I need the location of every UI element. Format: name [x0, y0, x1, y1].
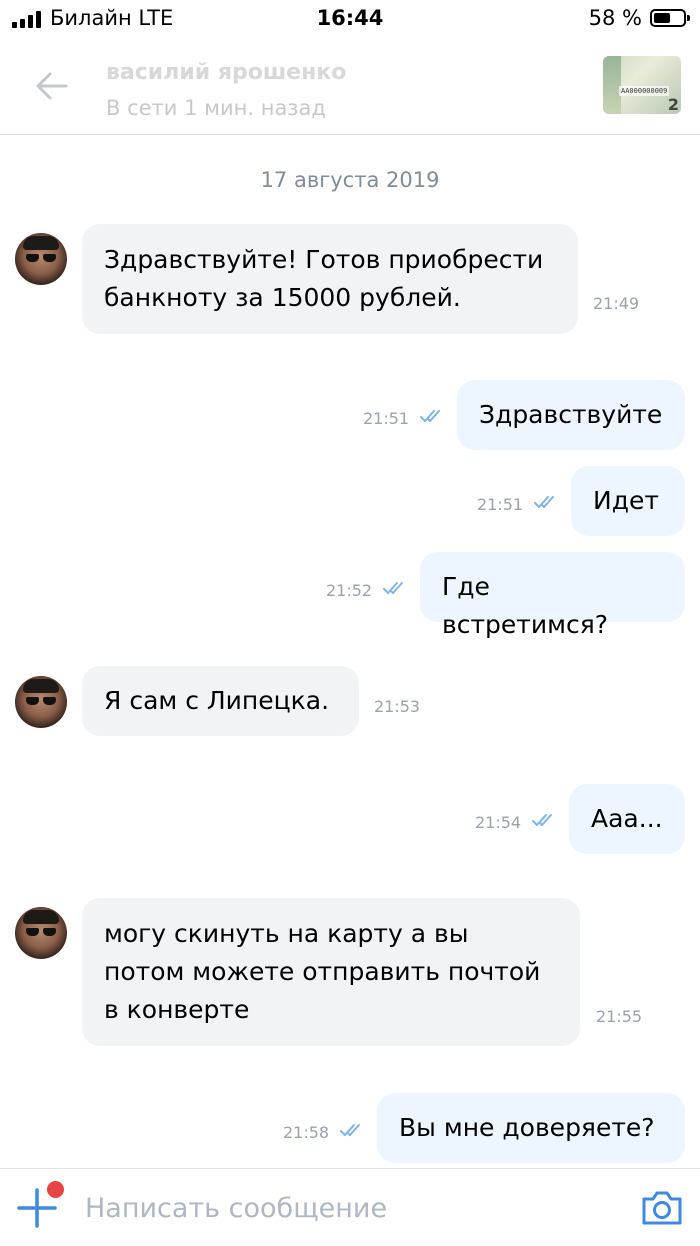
date-separator: 17 августа 2019 — [260, 168, 440, 192]
message-bubble-incoming[interactable]: Я сам с Липецка. — [82, 666, 359, 736]
read-checkmarks-icon — [383, 582, 403, 594]
read-checkmarks-icon — [420, 410, 440, 422]
message-text: Здравствуйте! Готов приобрести банкноту … — [104, 245, 544, 312]
message-time: 21:52 — [326, 581, 373, 600]
status-bar: Билайн LTE 16:44 58 % — [0, 0, 700, 40]
message-time: 21:51 — [477, 495, 524, 514]
message-text: Я сам с Липецка. — [104, 686, 330, 715]
message-text: Идет — [593, 486, 659, 515]
contact-avatar[interactable] — [15, 676, 67, 728]
read-checkmarks-icon — [340, 1124, 360, 1136]
battery-percent: 58 % — [588, 6, 642, 30]
back-button[interactable] — [28, 62, 76, 110]
message-bubble-incoming[interactable]: Здравствуйте! Готов приобрести банкноту … — [82, 224, 578, 334]
notification-dot — [47, 1181, 64, 1198]
message-bubble-outgoing[interactable]: Где встретимся? — [420, 552, 685, 639]
read-checkmarks-icon — [532, 814, 552, 826]
message-bubble-incoming[interactable]: могу скинуть на карту а вы потом можете … — [82, 898, 580, 1046]
message-bubble-outgoing[interactable]: Вы мне доверяете? — [377, 1093, 685, 1163]
message-time: 21:58 — [283, 1123, 330, 1142]
message-text: могу скинуть на карту а вы потом можете … — [104, 919, 541, 1024]
contact-avatar[interactable] — [15, 907, 67, 959]
message-text: Ааа... — [591, 804, 663, 833]
camera-button[interactable] — [640, 1187, 684, 1227]
read-checkmarks-icon — [534, 496, 554, 508]
message-text: Здравствуйте — [479, 400, 663, 429]
message-time: 21:49 — [593, 294, 640, 313]
contact-name[interactable]: василий ярошенко — [106, 60, 346, 85]
message-bubble-outgoing[interactable]: Ааа... — [569, 784, 685, 854]
contact-avatar[interactable] — [15, 233, 67, 285]
message-text: Где встретимся? — [442, 572, 609, 639]
battery-icon — [650, 9, 690, 27]
message-text: Вы мне доверяете? — [399, 1113, 655, 1142]
message-time: 21:55 — [596, 1007, 643, 1026]
contact-online-status: В сети 1 мин. назад — [106, 96, 326, 120]
banknote-serial: АА000000009 — [619, 86, 670, 96]
message-time: 21:53 — [374, 697, 421, 716]
camera-icon — [642, 1191, 682, 1225]
banknote-digit: 2 — [667, 95, 679, 114]
chat-header: василий ярошенко В сети 1 мин. назад АА0… — [0, 40, 700, 135]
message-bubble-outgoing[interactable]: Здравствуйте — [457, 380, 685, 450]
arrow-left-icon — [36, 72, 68, 100]
message-bubble-outgoing[interactable]: Идет — [571, 466, 685, 536]
message-composer — [0, 1168, 700, 1246]
message-time: 21:54 — [475, 813, 522, 832]
message-input[interactable] — [85, 1191, 605, 1225]
attachment-thumbnail[interactable]: АА000000009 2 — [603, 56, 681, 114]
message-time: 21:51 — [363, 409, 410, 428]
